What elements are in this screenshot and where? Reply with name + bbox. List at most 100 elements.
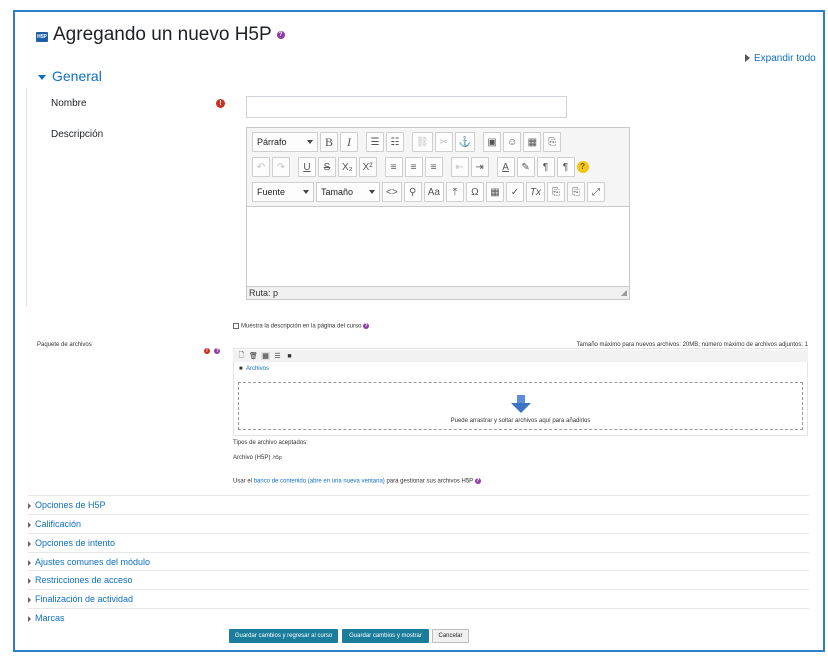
redo-icon[interactable]: ↷ <box>272 157 290 177</box>
save-return-button[interactable]: Guardar cambios y regresar al curso <box>229 629 338 643</box>
resize-grip-icon[interactable]: ◢ <box>621 288 627 298</box>
help-icon[interactable]: ? <box>276 30 285 39</box>
accepted-ext: .h5p <box>272 455 282 461</box>
format-select-label: Párrafo <box>257 137 287 147</box>
fullscreen-icon[interactable]: ⤢ <box>587 182 606 202</box>
content-bank-prefix: Usar el <box>233 478 253 485</box>
chevron-right-icon <box>28 577 31 584</box>
format-select[interactable]: Párrafo <box>252 132 318 152</box>
expand-all-link[interactable]: Expandir todo <box>745 53 816 64</box>
dropzone[interactable]: Puede arrastrar y soltar archivos aquí p… <box>238 382 803 430</box>
outdent-icon[interactable]: ⇤ <box>450 157 469 177</box>
save-display-button[interactable]: Guardar cambios y mostrar <box>342 629 429 643</box>
cancel-button[interactable]: Cancelar <box>432 629 469 643</box>
section-h5p-options[interactable]: Opciones de H5P <box>28 495 809 514</box>
section-label: Restricciones de acceso <box>35 575 133 585</box>
manage-files-icon[interactable]: ⎘ <box>543 132 562 152</box>
section-general-toggle[interactable]: General <box>38 68 102 84</box>
accepted-type: Archivo (H5P) <box>233 455 271 461</box>
add-file-icon[interactable]: 🗋 <box>237 351 246 362</box>
upload-icon[interactable]: ⤒ <box>445 182 464 202</box>
section-tags[interactable]: Marcas <box>28 608 809 627</box>
description-editor[interactable]: Párrafo B I ☰ ☷ ⛓ ✂ ⚓ ▣ ☺ ▦ ⎘ ↶ ↷ U S X₂… <box>246 127 630 300</box>
align-center-icon[interactable]: ≡ <box>404 157 423 177</box>
section-grading[interactable]: Calificación <box>28 514 809 533</box>
emoticon-icon[interactable]: ☺ <box>503 132 522 152</box>
name-label: Nombre <box>51 98 87 109</box>
chevron-right-icon <box>28 502 31 509</box>
italic-button[interactable]: I <box>340 132 358 152</box>
help-icon[interactable]: ? <box>363 323 370 329</box>
text-color-icon[interactable]: A <box>496 157 515 177</box>
section-access-restrictions[interactable]: Restricciones de acceso <box>28 570 809 589</box>
superscript-button[interactable]: X² <box>358 157 377 177</box>
section-activity-completion[interactable]: Finalización de actividad <box>28 589 809 608</box>
link-icon[interactable]: ⛓ <box>412 132 433 152</box>
chevron-right-icon <box>28 559 31 566</box>
section-divider <box>26 88 27 306</box>
editor-toolbar: Párrafo B I ☰ ☷ ⛓ ✂ ⚓ ▣ ☺ ▦ ⎘ ↶ ↷ U S X₂… <box>247 128 629 207</box>
section-general-title: General <box>52 68 102 84</box>
section-label: Finalización de actividad <box>35 594 134 604</box>
font-select-label: Fuente <box>257 187 286 197</box>
align-right-icon[interactable]: ≡ <box>424 157 443 177</box>
paste-word-icon[interactable]: ⎘ <box>567 182 586 202</box>
section-label: Opciones de intento <box>35 538 116 548</box>
media-icon[interactable]: ▦ <box>523 132 542 152</box>
undo-icon[interactable]: ↶ <box>252 157 270 177</box>
section-label: Ajustes comunes del módulo <box>35 557 151 567</box>
bullet-list-icon[interactable]: ☰ <box>366 132 384 152</box>
align-left-icon[interactable]: ≡ <box>384 157 403 177</box>
section-attempt-options[interactable]: Opciones de intento <box>28 533 809 552</box>
html-icon[interactable]: <> <box>382 182 402 202</box>
grid-view-icon[interactable]: ▦ <box>261 352 270 360</box>
name-input[interactable] <box>246 96 567 118</box>
required-icon: ! <box>216 99 225 108</box>
files-folder-link: Archivos <box>245 366 269 372</box>
special-chars-icon[interactable]: Ω <box>465 182 484 202</box>
files-folder-row[interactable]: ■ Archivos <box>239 366 269 372</box>
toolbar-row-3: Fuente Tamaño <> ⚲ Aa ⤒ Ω ▦ ✓ Tx ⎘ ⎘ ⤢ <box>252 182 606 202</box>
ltr-icon[interactable]: ¶ <box>536 157 555 177</box>
anchor-icon[interactable]: ⚓ <box>454 132 476 152</box>
list-view-icon[interactable]: ☰ <box>273 352 282 360</box>
underline-button[interactable]: U <box>298 157 316 177</box>
highlight-color-icon[interactable]: ✎ <box>516 157 535 177</box>
help-icon[interactable]: ? <box>474 478 481 484</box>
numbered-list-icon[interactable]: ☷ <box>386 132 404 152</box>
editor-help-icon[interactable]: ? <box>576 161 589 173</box>
files-label-icons: ! ? <box>204 342 221 360</box>
delete-icon[interactable]: 🗑 <box>249 352 258 360</box>
content-bank-row: Usar el banco de contenido (abre en una … <box>233 478 481 485</box>
files-label: Paquete de archivos <box>37 342 92 348</box>
table-icon[interactable]: ▦ <box>485 182 504 202</box>
paste-text-icon[interactable]: ⎘ <box>547 182 566 202</box>
clean-up-icon[interactable]: ✓ <box>505 182 524 202</box>
tree-view-icon[interactable]: ■ <box>285 353 294 360</box>
image-icon[interactable]: ▣ <box>483 132 502 152</box>
section-common-module-settings[interactable]: Ajustes comunes del módulo <box>28 552 809 571</box>
page-title: Agregando un nuevo H5P ? <box>53 24 285 46</box>
editor-content-area[interactable] <box>247 207 629 288</box>
subscript-button[interactable]: X₂ <box>338 157 357 177</box>
indent-icon[interactable]: ⇥ <box>470 157 489 177</box>
clear-format-icon[interactable]: Tx <box>525 182 546 202</box>
chevron-down-icon <box>38 74 46 80</box>
content-bank-link[interactable]: banco de contenido (abre en una nueva ve… <box>254 479 385 485</box>
chevron-right-icon <box>28 540 31 547</box>
help-icon[interactable]: ? <box>214 347 221 354</box>
rtl-icon[interactable]: ¶ <box>556 157 575 177</box>
section-label: Opciones de H5P <box>35 500 106 510</box>
bold-button[interactable]: B <box>320 132 338 152</box>
search-replace-icon[interactable]: ⚲ <box>403 182 422 202</box>
unlink-icon[interactable]: ✂ <box>434 132 453 152</box>
toolbar-row-2: ↶ ↷ U S X₂ X² ≡ ≡ ≡ ⇤ ⇥ A ✎ ¶ ¶ ? <box>252 157 589 177</box>
font-select[interactable]: Fuente <box>252 182 314 202</box>
strikethrough-button[interactable]: S <box>318 157 336 177</box>
show-description-label: Muestra la descripción en la página del … <box>241 323 362 330</box>
expand-all-label: Expandir todo <box>754 53 816 64</box>
size-select[interactable]: Tamaño <box>316 182 380 202</box>
show-description-checkbox[interactable] <box>233 323 239 329</box>
spellcheck-icon[interactable]: Aa <box>423 182 444 202</box>
chevron-right-icon <box>28 596 31 603</box>
